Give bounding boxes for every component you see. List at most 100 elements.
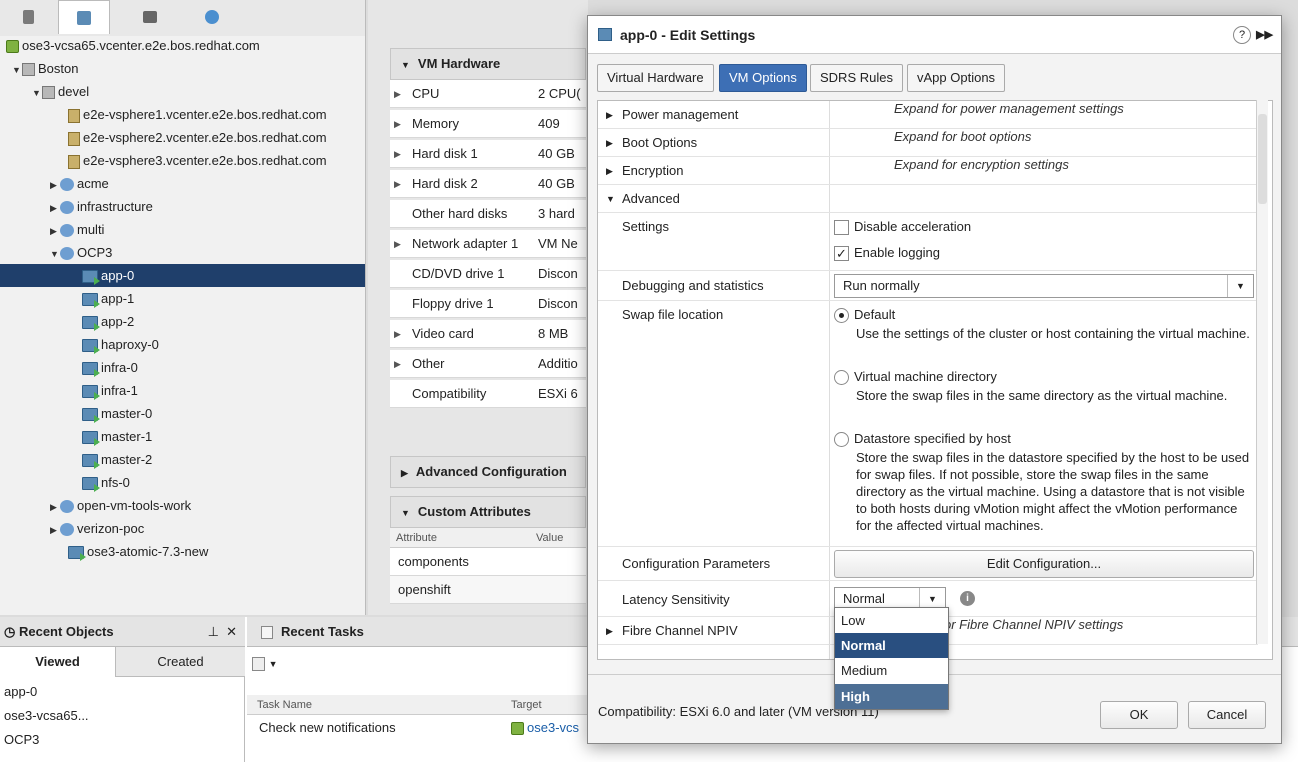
expand-dialog-icon[interactable]: ▶▶ bbox=[1256, 16, 1273, 54]
tree-item[interactable]: e2e-vsphere1.vcenter.e2e.bos.redhat.com bbox=[0, 103, 365, 126]
collapse-icon[interactable]: ▼ bbox=[50, 243, 60, 266]
task-row[interactable]: Check new notifications ose3-vcs bbox=[247, 715, 592, 741]
tree-item[interactable]: ▶ verizon-poc bbox=[0, 517, 365, 542]
hardware-row[interactable]: ▶ Network adapter 1 VM Ne bbox=[390, 230, 586, 258]
recent-object-item[interactable]: ose3-vcsa65... bbox=[4, 705, 89, 727]
tree-item[interactable]: ▶ acme bbox=[0, 172, 365, 197]
task-target-link[interactable]: ose3-vcs bbox=[527, 720, 579, 735]
radio-unselected[interactable] bbox=[834, 370, 849, 386]
advanced-config-header[interactable]: ▶ Advanced Configuration bbox=[390, 456, 586, 488]
swap-vmdir-radio[interactable]: Virtual machine directory bbox=[834, 369, 997, 386]
collapse-icon[interactable]: ▼ bbox=[12, 59, 22, 82]
checkbox-unchecked[interactable] bbox=[834, 220, 849, 236]
vm-icon bbox=[82, 362, 100, 378]
expand-icon[interactable]: ▶ bbox=[50, 197, 60, 220]
latency-option-medium[interactable]: Medium bbox=[835, 658, 948, 683]
tree-item[interactable]: app-1 bbox=[0, 287, 365, 310]
tree-item-label: app-1 bbox=[101, 291, 135, 306]
tree-item[interactable]: master-2 bbox=[0, 448, 365, 471]
advanced-row[interactable]: ▼ Advanced bbox=[598, 185, 1258, 213]
debugging-select[interactable]: Run normally ▼ bbox=[834, 274, 1254, 298]
radio-selected[interactable] bbox=[834, 308, 849, 324]
ok-button[interactable]: OK bbox=[1100, 701, 1178, 729]
cancel-button[interactable]: Cancel bbox=[1188, 701, 1266, 729]
hardware-row[interactable]: Compatibility ESXi 6 bbox=[390, 380, 586, 408]
tree-vcenter[interactable]: ose3-vcsa65.vcenter.e2e.bos.redhat.com bbox=[0, 34, 365, 57]
hardware-row[interactable]: ▶ Hard disk 2 40 GB bbox=[390, 170, 586, 198]
hardware-row[interactable]: Other hard disks 3 hard bbox=[390, 200, 586, 228]
tree-item[interactable]: app-0 bbox=[0, 264, 365, 287]
vm-hardware-header[interactable]: ▼ VM Hardware bbox=[390, 48, 586, 80]
hardware-row[interactable]: CD/DVD drive 1 Discon bbox=[390, 260, 586, 288]
recent-object-item[interactable]: app-0 bbox=[4, 681, 37, 703]
vm-hardware-title: VM Hardware bbox=[417, 56, 501, 71]
custom-attributes-header[interactable]: ▼ Custom Attributes bbox=[390, 496, 586, 528]
tree-item[interactable]: nfs-0 bbox=[0, 471, 365, 494]
tab-networking[interactable] bbox=[186, 0, 238, 34]
recent-object-item[interactable]: OCP3 bbox=[4, 729, 39, 751]
hardware-row[interactable]: ▶ Memory 409 bbox=[390, 110, 586, 138]
encryption-row[interactable]: ▶ Encryption Expand for encryption setting… bbox=[598, 157, 1258, 185]
tree-item[interactable]: infra-0 bbox=[0, 356, 365, 379]
expand-icon[interactable]: ▶ bbox=[50, 519, 60, 542]
tree-item[interactable]: master-0 bbox=[0, 402, 365, 425]
tree-item[interactable]: ▶ open-vm-tools-work bbox=[0, 494, 365, 519]
boot-label: Boot Options bbox=[622, 135, 698, 150]
check-icon[interactable]: ✓ bbox=[834, 246, 849, 262]
hardware-row[interactable]: ▶ CPU 2 CPU( bbox=[390, 80, 586, 108]
tree-item[interactable]: haproxy-0 bbox=[0, 333, 365, 356]
settings-row: Settings Disable acceleration ✓ Enable lo… bbox=[598, 213, 1258, 271]
help-icon[interactable]: ? bbox=[1233, 26, 1251, 44]
latency-option-high[interactable]: High bbox=[835, 684, 948, 709]
pin-icon[interactable]: ⊥ bbox=[208, 617, 219, 647]
tasks-menu-button[interactable]: ▼ bbox=[252, 651, 278, 675]
expand-icon: ▶ bbox=[394, 149, 401, 159]
hardware-row[interactable]: ▶ Other Additio bbox=[390, 350, 586, 378]
tree-item[interactable]: ▶ multi bbox=[0, 218, 365, 243]
tab-vapp-options[interactable]: vApp Options bbox=[907, 64, 1006, 92]
tree-item[interactable]: ▼ Boston bbox=[0, 57, 365, 82]
edit-configuration-button[interactable]: Edit Configuration... bbox=[834, 550, 1254, 578]
swap-datastore-radio[interactable]: Datastore specified by host bbox=[834, 431, 1011, 448]
tree-item[interactable]: ▶ infrastructure bbox=[0, 195, 365, 220]
tree-item[interactable]: app-2 bbox=[0, 310, 365, 333]
scrollbar-thumb[interactable] bbox=[1258, 114, 1267, 204]
expand-icon: ▶ bbox=[606, 166, 613, 176]
tree-item[interactable]: ▼ OCP3 bbox=[0, 241, 365, 266]
disable-acceleration-checkbox[interactable]: Disable acceleration bbox=[834, 219, 971, 236]
hardware-row[interactable]: Floppy drive 1 Discon bbox=[390, 290, 586, 318]
close-icon[interactable]: ✕ bbox=[226, 617, 237, 647]
latency-option-normal[interactable]: Normal bbox=[835, 633, 948, 658]
collapse-icon[interactable]: ▼ bbox=[32, 82, 42, 105]
hardware-row[interactable]: ▶ Hard disk 1 40 GB bbox=[390, 140, 586, 168]
tab-created[interactable]: Created bbox=[115, 647, 245, 677]
tree-item[interactable]: ▼ devel bbox=[0, 80, 365, 105]
tab-virtual-hardware[interactable]: Virtual Hardware bbox=[597, 64, 714, 92]
info-icon[interactable]: i bbox=[960, 591, 975, 606]
radio-unselected[interactable] bbox=[834, 432, 849, 448]
swap-default-radio[interactable]: Default bbox=[834, 307, 895, 324]
tab-hosts-clusters[interactable] bbox=[2, 0, 54, 34]
tree-item[interactable]: ose3-atomic-7.3-new bbox=[0, 540, 365, 563]
expand-icon: ▶ bbox=[401, 468, 408, 478]
navigator-tabs bbox=[0, 0, 365, 36]
latency-option-low[interactable]: Low bbox=[835, 608, 948, 633]
expand-icon[interactable]: ▶ bbox=[50, 220, 60, 243]
tab-sdrs-rules[interactable]: SDRS Rules bbox=[810, 64, 903, 92]
enable-logging-checkbox[interactable]: ✓ Enable logging bbox=[834, 245, 940, 262]
tab-vms-templates[interactable] bbox=[58, 0, 110, 34]
tree-item[interactable]: master-1 bbox=[0, 425, 365, 448]
tree-item[interactable]: e2e-vsphere2.vcenter.e2e.bos.redhat.com bbox=[0, 126, 365, 149]
host-icon bbox=[68, 154, 80, 169]
expand-icon[interactable]: ▶ bbox=[50, 496, 60, 519]
tab-vm-options[interactable]: VM Options bbox=[719, 64, 807, 92]
options-scrollbar[interactable] bbox=[1256, 100, 1268, 644]
tree-item[interactable]: e2e-vsphere3.vcenter.e2e.bos.redhat.com bbox=[0, 149, 365, 172]
tree-item[interactable]: infra-1 bbox=[0, 379, 365, 402]
tab-storage[interactable] bbox=[124, 0, 176, 34]
custom-attr-row[interactable]: openshift bbox=[390, 576, 586, 604]
tab-viewed[interactable]: Viewed bbox=[0, 647, 115, 677]
custom-attr-row[interactable]: components bbox=[390, 548, 586, 576]
hardware-row[interactable]: ▶ Video card 8 MB bbox=[390, 320, 586, 348]
expand-icon[interactable]: ▶ bbox=[50, 174, 60, 197]
